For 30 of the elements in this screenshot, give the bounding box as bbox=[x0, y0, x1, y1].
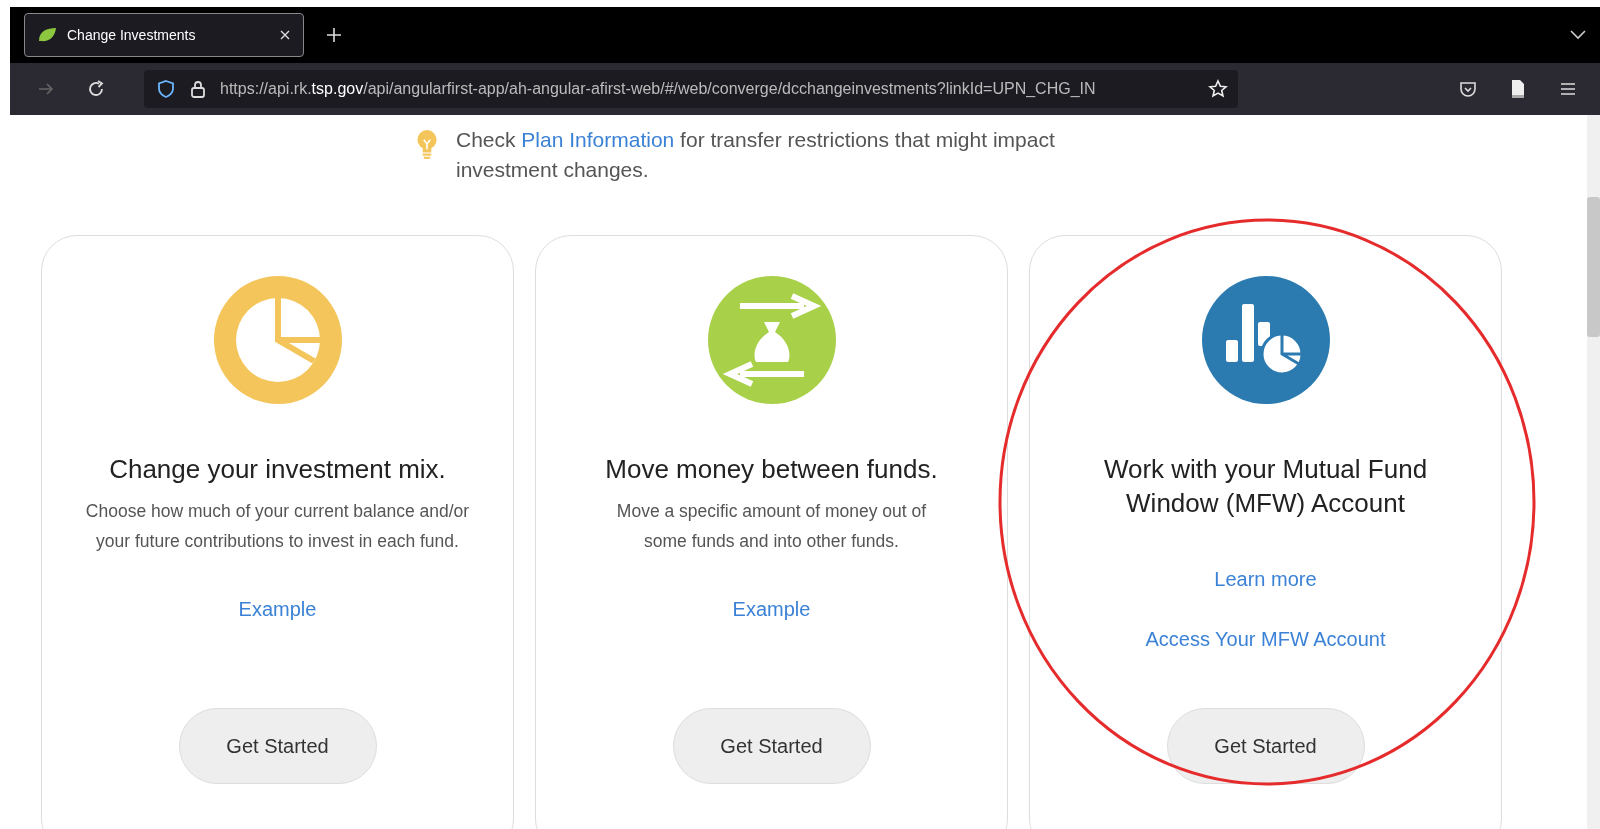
new-tab-icon[interactable] bbox=[326, 27, 342, 43]
url-text: https://api.rk.tsp.gov/api/angularfirst-app/ah-angular-afirst-web/#/web/converge/dcchangeinvestments?linkId=UPN_CHG_IN bbox=[220, 80, 1097, 98]
card-description: Choose how much of your current balance and/or your future contributions to invest in each fund. bbox=[84, 500, 471, 553]
card-link[interactable]: Access Your MFW Account bbox=[1145, 626, 1386, 652]
lightbulb-icon bbox=[416, 129, 438, 161]
reload-icon[interactable] bbox=[86, 79, 106, 99]
close-icon[interactable] bbox=[279, 29, 291, 41]
scrollbar[interactable] bbox=[1587, 115, 1600, 829]
shield-icon bbox=[156, 79, 176, 99]
get-started-button[interactable]: Get Started bbox=[1166, 708, 1365, 784]
card-link[interactable]: Learn more bbox=[1214, 566, 1317, 592]
pocket-icon[interactable] bbox=[1458, 79, 1478, 99]
card-link[interactable]: Example bbox=[238, 596, 317, 622]
get-started-button[interactable]: Get Started bbox=[672, 708, 871, 784]
card-description: Move a specific amount of money out of some funds and into other funds. bbox=[615, 500, 928, 553]
notice-text: Check Plan Information for transfer restrictions that might impact investment changes. bbox=[456, 127, 1056, 183]
star-icon[interactable] bbox=[1208, 79, 1228, 99]
card-title: Work with your Mutual Fund Window (MFW) Account bbox=[1102, 453, 1429, 520]
get-started-button[interactable]: Get Started bbox=[178, 708, 377, 784]
address-bar[interactable]: https://api.rk.tsp.gov/api/angularfirst-app/ah-angular-afirst-web/#/web/converge/dcchangeinvestments?linkId=UPN_CHG_IN bbox=[144, 70, 1238, 108]
plan-information-link[interactable]: Plan Information bbox=[521, 128, 675, 151]
bar-and-pie-chart-icon bbox=[1201, 276, 1330, 404]
card-title: Change your investment mix. bbox=[109, 453, 446, 486]
browser-tab[interactable]: Change Investments bbox=[24, 13, 304, 57]
card-link[interactable]: Example bbox=[732, 596, 811, 622]
money-bag-transfer-icon bbox=[707, 276, 836, 404]
card-title: Move money between funds. bbox=[605, 453, 938, 486]
lock-icon bbox=[188, 79, 208, 99]
chevron-down-icon[interactable] bbox=[1570, 30, 1586, 40]
pie-chart-icon bbox=[213, 276, 342, 404]
